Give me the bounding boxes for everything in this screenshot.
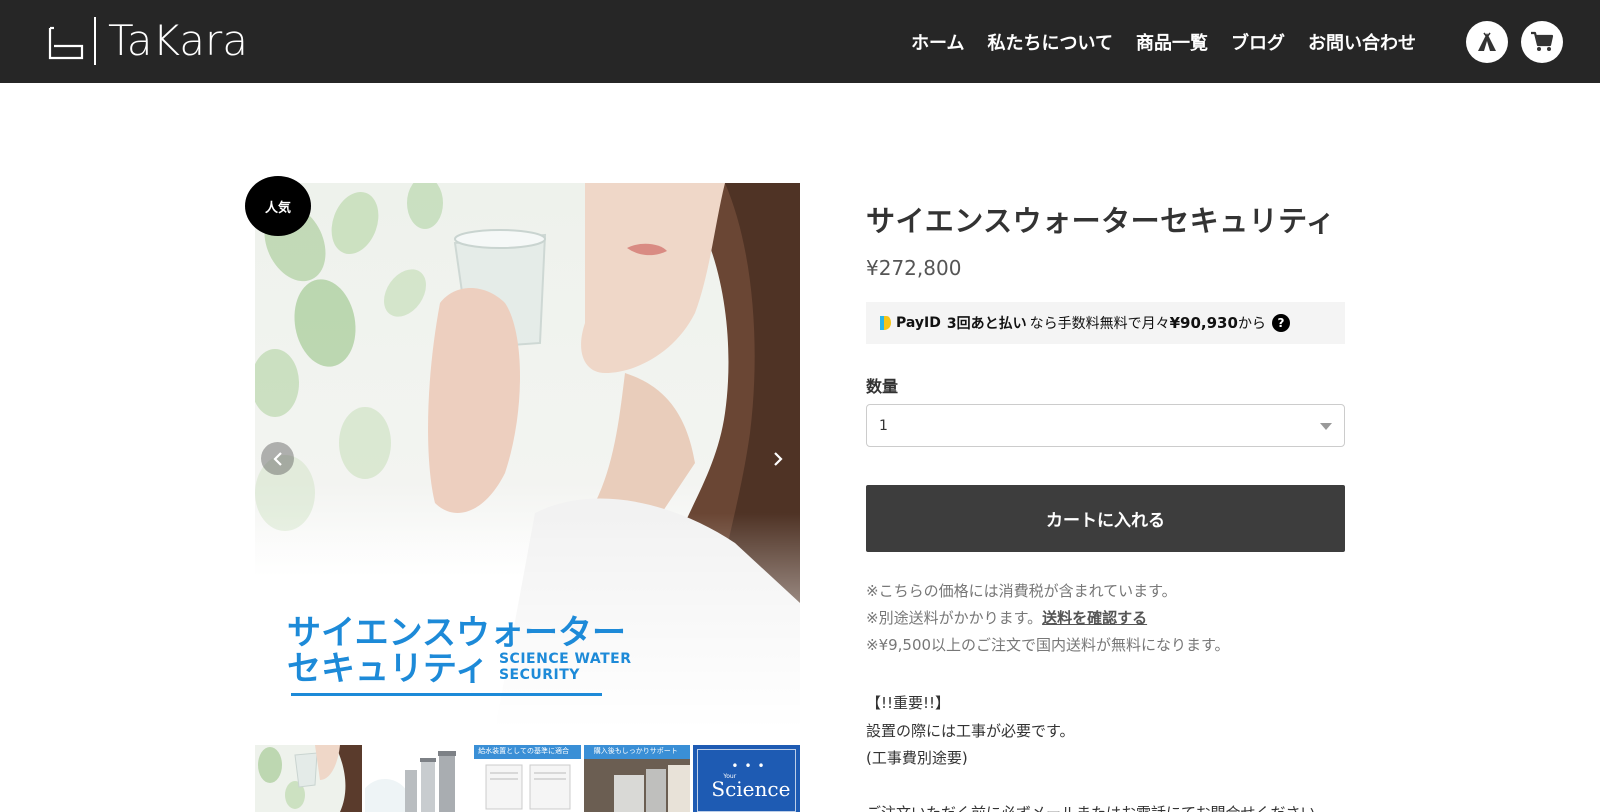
important-notice: 【!!重要!!】 設置の際には工事が必要です。 (工事費別途要) ご注文いただく… [866, 690, 1316, 812]
logo-divider [94, 17, 96, 65]
thumbnail-3-caption: 給水装置としての基準に適合 [478, 747, 569, 755]
thumbnail-1[interactable] [255, 745, 362, 812]
note-shipping-row: ※別途送料がかかります。送料を確認する [866, 605, 1230, 632]
quantity-select[interactable]: 1 [866, 404, 1345, 447]
nav-home[interactable]: ホーム [911, 29, 964, 55]
payid-plan: 3回あと払い [946, 316, 1027, 332]
thumbnail-strip: 給水装置としての基準に適合 購入後もしっかりサポート ••• Your Scie… [255, 745, 800, 812]
thumbnail-5-dots: ••• [731, 759, 771, 773]
help-icon[interactable]: ? [1271, 314, 1290, 332]
payid-banner[interactable]: PayID 3回あと払い なら手数料無料で月々 ¥90,930 から ? [866, 302, 1345, 344]
image-title: サイエンスウォーター セキュリティ SCIENCE WATER SECURITY [287, 615, 631, 687]
image-title-en: SCIENCE WATER SECURITY [499, 651, 632, 687]
quantity-value: 1 [879, 417, 888, 434]
product-price: ¥272,800 [866, 256, 962, 280]
cart-icon [1531, 31, 1554, 51]
image-title-line2: セキュリティ [287, 649, 489, 689]
note-shipping: ※別途送料がかかります。 [866, 609, 1043, 627]
nav-products[interactable]: 商品一覧 [1136, 29, 1208, 55]
image-title-en-line1: SCIENCE WATER [498, 651, 632, 667]
important-line-3: (工事費別途要) [866, 749, 968, 767]
image-title-en-line2: SECURITY [498, 667, 580, 683]
thumbnail-1-image [255, 745, 362, 812]
nav-contact[interactable]: お問い合わせ [1308, 29, 1416, 55]
bathtub-logo-icon [48, 26, 84, 60]
nav-blog[interactable]: ブログ [1231, 29, 1285, 55]
thumbnail-2-image [364, 745, 472, 812]
shipping-link[interactable]: 送料を確認する [1042, 609, 1147, 627]
gallery-next-button[interactable] [761, 442, 794, 475]
nav-about[interactable]: 私たちについて [988, 29, 1113, 55]
thumbnail-5-text: Science [711, 777, 791, 801]
payid-text-mid: なら手数料無料で月々 [1029, 316, 1170, 332]
important-line-1: 【!!重要!!】 [866, 694, 951, 712]
product-image-main[interactable]: サイエンスウォーター セキュリティ SCIENCE WATER SECURITY [255, 183, 800, 730]
tent-icon [1478, 32, 1496, 51]
thumbnail-2[interactable] [364, 745, 472, 812]
cart-button[interactable] [1521, 21, 1563, 63]
quantity-label: 数量 [866, 377, 899, 396]
chevron-right-icon [773, 451, 783, 466]
logo-text: TaKara [108, 16, 248, 65]
tent-button[interactable] [1466, 21, 1508, 63]
product-title: サイエンスウォーターセキュリティ [866, 204, 1336, 238]
payid-logo-icon [880, 316, 891, 330]
thumbnail-3[interactable]: 給水装置としての基準に適合 [474, 745, 581, 812]
add-to-cart-button[interactable]: カートに入れる [866, 485, 1345, 552]
logo[interactable]: TaKara [46, 16, 248, 66]
important-line-2: 設置の際には工事が必要です。 [866, 721, 1075, 740]
thumbnail-4[interactable]: 購入後もしっかりサポート [583, 745, 691, 812]
important-line-5: ご注文いただく前に必ずメールまたはお電話にてお問合せください [866, 800, 1316, 812]
image-title-underline [291, 693, 602, 696]
caret-down-icon [1320, 423, 1332, 430]
image-title-line2-row: セキュリティ SCIENCE WATER SECURITY [287, 651, 631, 687]
site-header: TaKara ホーム 私たちについて 商品一覧 ブログ お問い合わせ [0, 0, 1600, 83]
thumbnail-5[interactable]: ••• Your Science [693, 745, 800, 812]
popular-badge: 人気 [245, 176, 311, 236]
gallery-prev-button[interactable] [261, 442, 294, 475]
price-notes: ※こちらの価格には消費税が含まれています。 ※別途送料がかかります。送料を確認す… [866, 578, 1230, 659]
main-nav: ホーム 私たちについて 商品一覧 ブログ お問い合わせ [911, 0, 1416, 83]
payid-brand: PayID [896, 315, 941, 331]
image-title-line1: サイエンスウォーター [287, 613, 626, 653]
note-tax: ※こちらの価格には消費税が含まれています。 [866, 582, 1177, 600]
chevron-left-icon [272, 451, 282, 466]
thumbnail-4-caption: 購入後もしっかりサポート [593, 747, 678, 755]
note-free-shipping: ※¥9,500以上のご注文で国内送料が無料になります。 [866, 636, 1230, 654]
payid-amount: ¥90,930 [1169, 314, 1238, 332]
payid-text-end: から [1237, 316, 1266, 332]
important-line-4 [866, 773, 1316, 801]
